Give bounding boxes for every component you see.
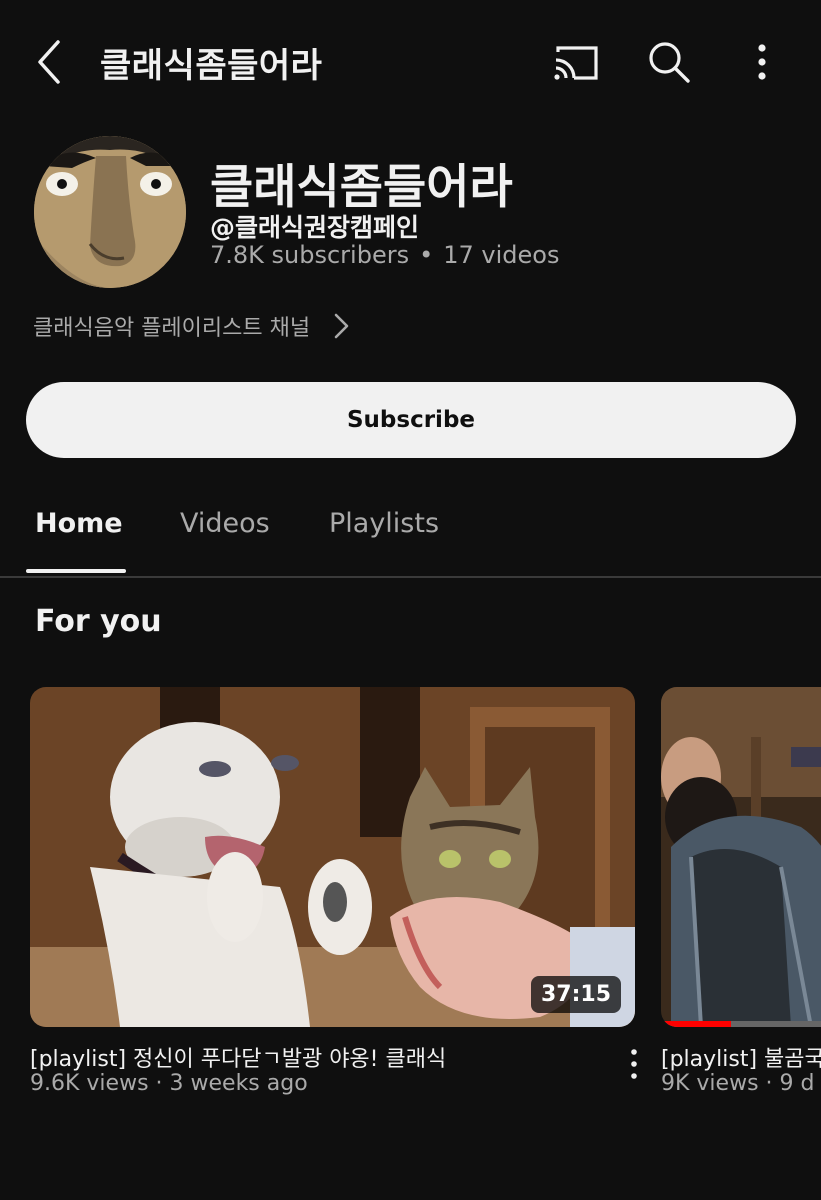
page-title: 클래식좀들어라 [100, 46, 323, 86]
more-options-button[interactable] [748, 40, 776, 84]
subscribe-button[interactable]: Subscribe [26, 382, 796, 458]
chevron-right-icon [334, 313, 349, 339]
channel-tabs: Home Videos Playlists [0, 490, 821, 578]
video-meta: 9.6K views · 3 weeks ago [30, 1071, 308, 1096]
video-meta: 9K views · 9 d [661, 1071, 815, 1096]
tab-playlists[interactable]: Playlists [329, 508, 439, 539]
search-icon [649, 42, 690, 83]
search-button[interactable] [646, 40, 692, 84]
video-more-button[interactable] [628, 1047, 640, 1081]
more-vert-icon [758, 44, 766, 80]
stats-separator: • [419, 241, 434, 269]
back-button[interactable] [28, 38, 72, 86]
video-count: 17 videos [443, 241, 560, 269]
top-app-bar: 클래식좀들어라 [0, 0, 821, 126]
more-vert-icon [631, 1049, 637, 1079]
channel-description-text: 클래식음악 플레이리스트 채널 [33, 316, 311, 341]
man-thumbnail-image [661, 687, 821, 1027]
chevron-left-icon [38, 40, 60, 84]
channel-avatar[interactable] [34, 136, 186, 288]
video-title[interactable]: [playlist] 불곰국 [661, 1041, 821, 1073]
tab-videos[interactable]: Videos [180, 508, 270, 539]
cast-icon [554, 46, 598, 80]
video-card[interactable]: [playlist] 불곰국 9K views · 9 d [661, 687, 821, 1117]
active-tab-indicator [26, 569, 126, 573]
subscriber-count: 7.8K subscribers [210, 241, 410, 269]
channel-name: 클래식좀들어라 [210, 160, 513, 215]
cast-button[interactable] [552, 42, 600, 82]
tab-home[interactable]: Home [35, 508, 123, 539]
video-title[interactable]: [playlist] 정신이 푸다닫ㄱ발광 야옹! 클래식 [30, 1041, 446, 1073]
section-title: For you [35, 604, 162, 639]
channel-description[interactable]: 클래식음악 플레이리스트 채널 [33, 310, 352, 342]
watch-progress-track [661, 1021, 821, 1027]
video-card[interactable]: 37:15 [playlist] 정신이 푸다닫ㄱ발광 야옹! 클래식 9.6K… [30, 687, 637, 1096]
watch-progress-fill [661, 1021, 731, 1027]
channel-stats: 7.8K subscribers • 17 videos [210, 241, 559, 269]
video-duration: 37:15 [530, 976, 621, 1013]
avatar-face-image [34, 136, 186, 288]
video-thumbnail[interactable] [661, 687, 821, 1027]
channel-handle: @클래식권장캠페인 [210, 213, 420, 242]
video-thumbnail[interactable]: 37:15 [30, 687, 635, 1027]
